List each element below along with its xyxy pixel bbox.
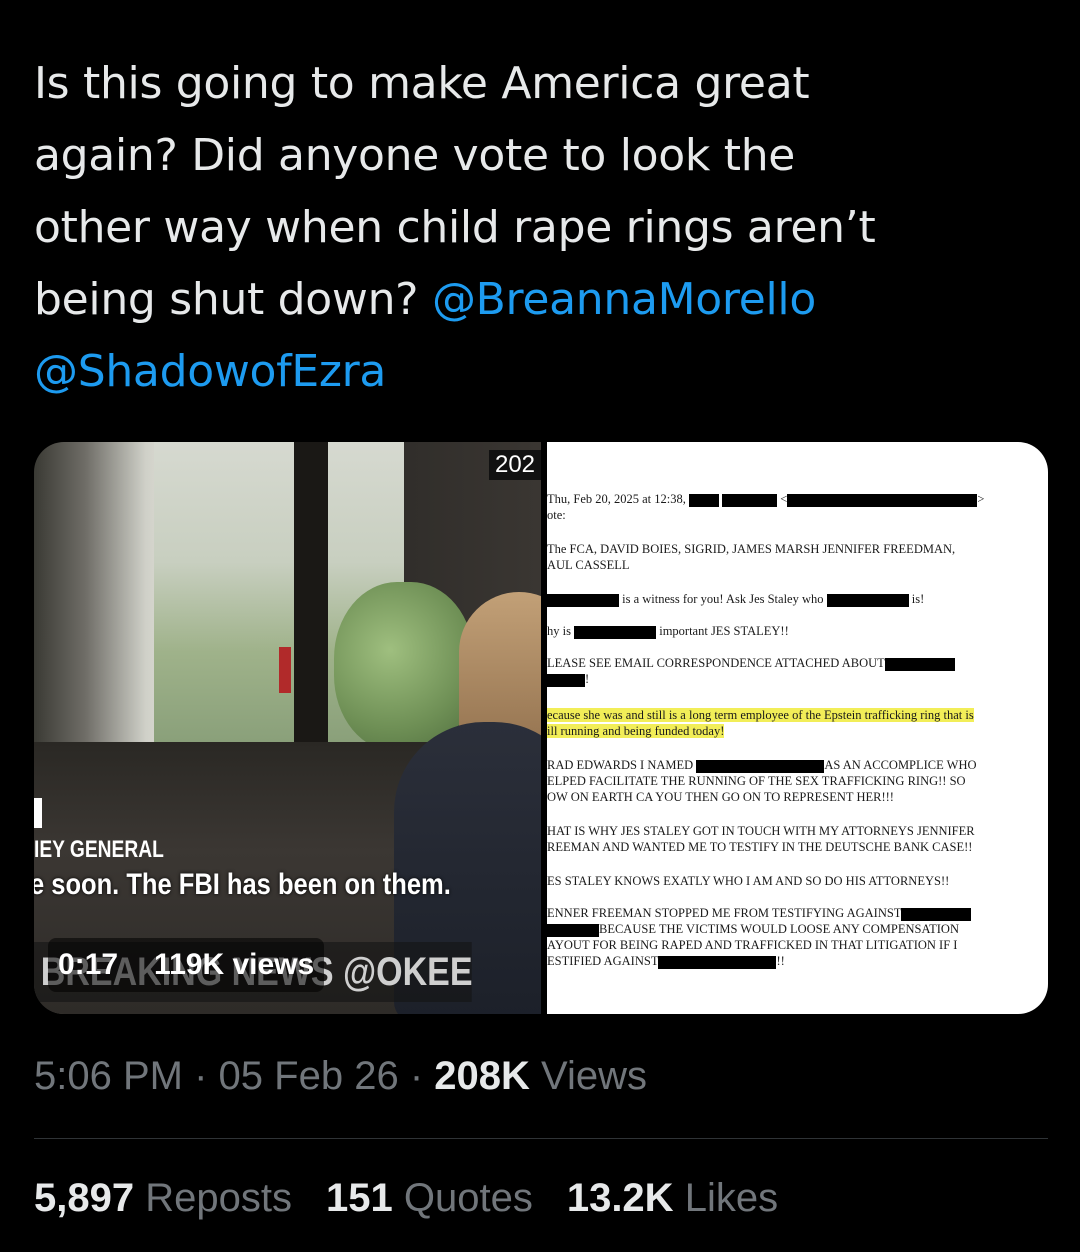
- likes-label: Likes: [684, 1176, 779, 1220]
- video-info-overlay: 0:17 119K views: [48, 938, 325, 992]
- likes-stat[interactable]: 13.2K Likes: [567, 1176, 778, 1221]
- doc-line: AYOUT FOR BEING RAPED AND TRAFFICKED IN …: [547, 938, 958, 952]
- doc-line: !: [547, 672, 1048, 687]
- tweet-text-line: being shut down? @BreannaMorello: [34, 264, 1044, 336]
- video-year-badge: 202: [489, 450, 541, 480]
- tweet-text-line: other way when child rape rings aren’t: [34, 202, 876, 253]
- video-duration: 0:17: [58, 948, 119, 981]
- likes-count: 13.2K: [566, 1176, 674, 1220]
- quotes-stat[interactable]: 151 Quotes: [326, 1176, 533, 1221]
- reposts-stat[interactable]: 5,897 Reposts: [34, 1176, 292, 1221]
- divider: [34, 1138, 1048, 1139]
- video-red-object: [279, 647, 291, 693]
- doc-highlighted-line: ecause she was and still is a long term …: [547, 708, 974, 722]
- separator-dot: ·: [409, 1054, 424, 1098]
- tweet-text: Is this going to make America great agai…: [34, 48, 1044, 408]
- tweet-date[interactable]: 05 Feb 26: [219, 1054, 399, 1098]
- doc-line: REEMAN AND WANTED ME TO TESTIFY IN THE D…: [547, 840, 973, 854]
- video-player[interactable]: 202 IEY GENERAL e soon. The FBI has been…: [34, 442, 541, 1014]
- video-views: 119K views: [154, 948, 315, 981]
- views-label: Views: [541, 1054, 647, 1098]
- quotes-count: 151: [325, 1176, 393, 1220]
- doc-line: LEASE SEE EMAIL CORRESPONDENCE ATTACHED …: [547, 656, 1048, 671]
- doc-line: The FCA, DAVID BOIES, SIGRID, JAMES MARS…: [547, 542, 956, 556]
- doc-line: Thu, Feb 20, 2025 at 12:38, < >: [547, 492, 985, 507]
- doc-line: HAT IS WHY JES STALEY GOT IN TOUCH WITH …: [547, 824, 975, 838]
- quotes-label: Quotes: [403, 1176, 533, 1220]
- doc-line: hy is important JES STALEY!!: [547, 624, 789, 639]
- doc-line: AUL CASSELL: [547, 558, 630, 572]
- doc-line: is a witness for you! Ask Jes Staley who…: [547, 592, 1048, 607]
- tweet-time[interactable]: 5:06 PM: [34, 1054, 183, 1098]
- tweet-text-line: Is this going to make America great: [34, 58, 810, 109]
- views-count: 208K: [434, 1054, 530, 1098]
- doc-highlighted-line: ill running and being funded today!: [547, 724, 725, 738]
- mention-link-breannamorello[interactable]: @BreannaMorello: [432, 274, 816, 325]
- reposts-count: 5,897: [34, 1176, 135, 1220]
- tweet-text-line: again? Did anyone vote to look the: [34, 130, 796, 181]
- doc-line: ote:: [547, 508, 566, 522]
- doc-line: BECAUSE THE VICTIMS WOULD LOOSE ANY COMP…: [547, 922, 1048, 937]
- media-grid: 202 IEY GENERAL e soon. The FBI has been…: [34, 442, 1048, 1014]
- video-lower-third-bar: [34, 798, 42, 828]
- engagement-stats: 5,897 Reposts 151 Quotes 13.2K Likes: [34, 1176, 778, 1221]
- mention-link-shadowofezra[interactable]: @ShadowofEzra: [34, 346, 386, 397]
- video-caption: e soon. The FBI has been on them.: [34, 868, 451, 901]
- doc-line: ES STALEY KNOWS EXATLY WHO I AM AND SO D…: [547, 874, 950, 888]
- doc-line: OW ON EARTH CA YOU THEN GO ON TO REPRESE…: [547, 790, 894, 804]
- doc-line: ESTIFIED AGAINST!!: [547, 954, 785, 969]
- tweet-text-fragment: being shut down?: [34, 274, 432, 325]
- separator-dot: ·: [194, 1054, 208, 1098]
- tweet-text-line: @ShadowofEzra: [34, 336, 1044, 408]
- doc-line: RAD EDWARDS I NAMED AS AN ACCOMPLICE WHO: [547, 758, 977, 773]
- document-image[interactable]: Thu, Feb 20, 2025 at 12:38, < > ote: The …: [547, 442, 1048, 1014]
- video-lower-third-label: IEY GENERAL: [34, 836, 164, 863]
- reposts-label: Reposts: [145, 1176, 292, 1220]
- doc-line: ELPED FACILITATE THE RUNNING OF THE SEX …: [547, 774, 966, 788]
- doc-line: ENNER FREEMAN STOPPED ME FROM TESTIFYING…: [547, 906, 1048, 921]
- tweet-timestamp: 5:06 PM · 05 Feb 26 · 208K Views: [34, 1054, 647, 1099]
